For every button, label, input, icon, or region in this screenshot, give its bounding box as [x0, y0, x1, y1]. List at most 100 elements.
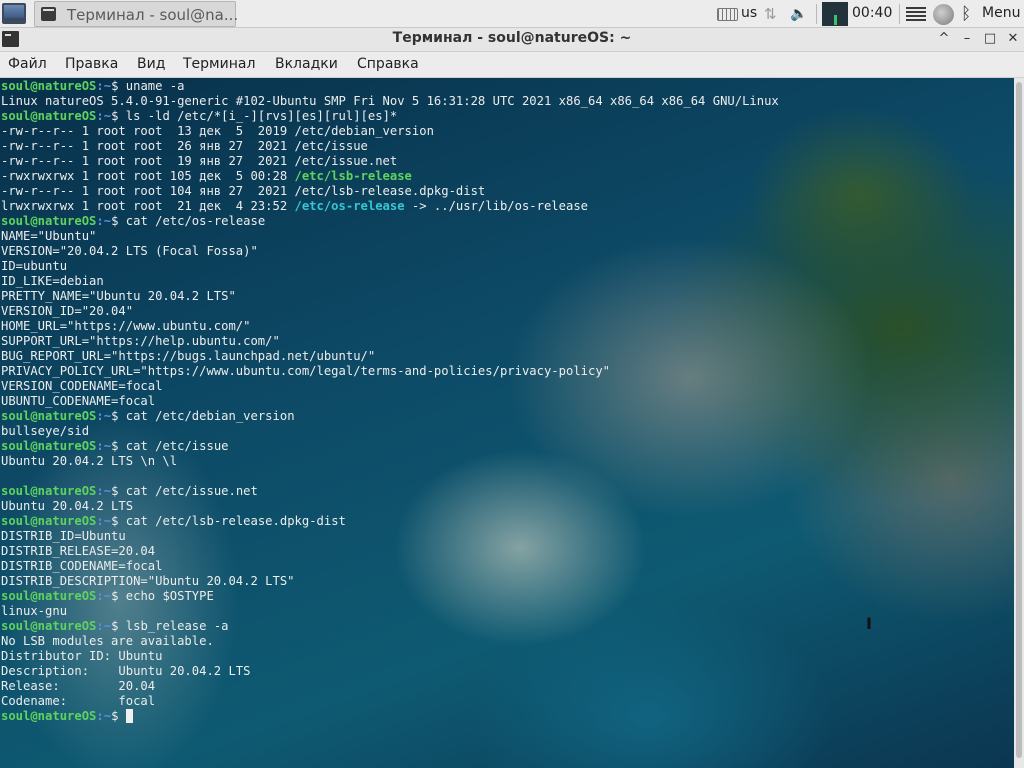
terminal-output-line: Release: 20.04 [1, 679, 156, 693]
command-text: cat /etc/lsb-release.dpkg-dist [125, 514, 346, 528]
maximize-button[interactable]: □ [981, 30, 999, 48]
command-text: uname -a [125, 79, 185, 93]
prompt-path: :~ [96, 409, 112, 423]
panel-separator [899, 4, 900, 24]
shade-button[interactable]: ^ [935, 30, 953, 48]
terminal-command-line: soul@natureOS:~$ cat /etc/lsb-release.dp… [1, 514, 779, 529]
command-text: cat /etc/issue.net [125, 484, 258, 498]
menu-edit[interactable]: Правка [65, 56, 118, 72]
prompt-path: :~ [96, 709, 112, 723]
terminal-output-line: -rw-r--r-- 1 root root 19 янв 27 2021 /e… [1, 154, 398, 168]
show-desktop-icon[interactable] [2, 3, 26, 24]
prompt-path: :~ [96, 214, 112, 228]
terminal-output-line: DISTRIB_CODENAME=focal [1, 559, 163, 573]
terminal-output-line: linux-gnu [1, 604, 68, 618]
command-text: echo $OSTYPE [125, 589, 214, 603]
terminal-output-line: Codename: focal [1, 694, 156, 708]
terminal-command-line: soul@natureOS:~$ cat /etc/os-release [1, 214, 779, 229]
terminal-output-line: BUG_REPORT_URL="https://bugs.launchpad.n… [1, 349, 376, 363]
prompt-symbol: $ [111, 439, 126, 453]
terminal-output-line: Linux natureOS 5.4.0-91-generic #102-Ubu… [1, 94, 779, 108]
prompt-user: soul@natureOS [1, 619, 97, 633]
prompt-user: soul@natureOS [1, 409, 97, 423]
prompt-user: soul@natureOS [1, 514, 97, 528]
keyboard-layout-indicator[interactable]: us [741, 5, 757, 21]
terminal-command-line: soul@natureOS:~$ cat /etc/issue [1, 439, 779, 454]
terminal-output-line: lrwxrwxrwx 1 root root 21 дек 4 23:52 /e… [1, 199, 779, 214]
terminal-cursor [125, 709, 133, 723]
prompt-symbol: $ [111, 484, 126, 498]
prompt-user: soul@natureOS [1, 109, 97, 123]
text-cursor-icon: I [866, 614, 872, 633]
ls-link-target: -> ../usr/lib/os-release [404, 199, 588, 213]
prompt-symbol: $ [111, 409, 126, 423]
ls-filename: /etc/lsb-release [294, 169, 412, 183]
volume-icon[interactable]: 🔈 [790, 6, 812, 22]
tray-list-icon[interactable] [906, 7, 926, 22]
terminal-output-line: VERSION_CODENAME=focal [1, 379, 163, 393]
prompt-user: soul@natureOS [1, 589, 97, 603]
minimize-button[interactable]: – [958, 30, 976, 48]
terminal-output-line: -rw-r--r-- 1 root root 13 дек 5 2019 /et… [1, 124, 434, 138]
terminal-area[interactable]: soul@natureOS:~$ uname -a Linux natureOS … [0, 78, 1024, 768]
terminal-icon [41, 7, 56, 21]
update-manager-icon[interactable] [933, 4, 954, 25]
close-button[interactable]: ✕ [1004, 30, 1022, 48]
bluetooth-icon[interactable]: ᛒ [961, 4, 971, 24]
command-text: cat /etc/os-release [125, 214, 266, 228]
terminal-command-line: soul@natureOS:~$ ls -ld /etc/*[i_-][rvs]… [1, 109, 779, 124]
prompt-user: soul@natureOS [1, 439, 97, 453]
menu-help[interactable]: Справка [357, 56, 419, 72]
terminal-command-line: soul@natureOS:~$ echo $OSTYPE [1, 589, 779, 604]
clock[interactable]: 00:40 [852, 5, 892, 21]
prompt-path: :~ [96, 589, 112, 603]
prompt-path: :~ [96, 109, 112, 123]
prompt-path: :~ [96, 619, 112, 633]
taskbar-button-terminal[interactable]: Терминал - soul@na... [34, 1, 238, 27]
prompt-symbol: $ [111, 214, 126, 228]
terminal-output-line: bullseye/sid [1, 424, 90, 438]
prompt-user: soul@natureOS [1, 484, 97, 498]
ls-attributes: -rwxrwxrwx 1 root root 105 дек 5 00:28 [1, 169, 295, 183]
main-menu-button[interactable]: Menu [982, 5, 1020, 21]
ls-filename: /etc/os-release [294, 199, 405, 213]
terminal-output-line: Ubuntu 20.04.2 LTS \n \l [1, 454, 178, 468]
prompt-user: soul@natureOS [1, 79, 97, 93]
prompt-symbol: $ [111, 514, 126, 528]
terminal-output-line: SUPPORT_URL="https://help.ubuntu.com/" [1, 334, 280, 348]
menu-terminal[interactable]: Терминал [183, 56, 255, 72]
terminal-output-line: DISTRIB_RELEASE=20.04 [1, 544, 156, 558]
window-title: Терминал - soul@natureOS: ~ [392, 30, 632, 46]
terminal-output-line: Distributor ID: Ubuntu [1, 649, 163, 663]
terminal-output-line: -rw-r--r-- 1 root root 26 янв 27 2021 /e… [1, 139, 368, 153]
keyboard-icon[interactable] [717, 8, 738, 21]
panel-separator [816, 4, 817, 24]
prompt-path: :~ [96, 484, 112, 498]
menu-view[interactable]: Вид [137, 56, 165, 72]
top-panel: Терминал - soul@na... us ⇅ 🔈 00:40 ᛒ Men… [0, 0, 1024, 28]
prompt-symbol: $ [111, 109, 126, 123]
menu-tabs[interactable]: Вкладки [275, 56, 338, 72]
terminal-output-line: UBUNTU_CODENAME=focal [1, 394, 156, 408]
terminal-command-line: soul@natureOS:~$ cat /etc/issue.net [1, 484, 779, 499]
terminal-output-line: VERSION="20.04.2 LTS (Focal Fossa)" [1, 244, 258, 258]
scrollbar-thumb[interactable] [1016, 82, 1022, 758]
terminal-command-line: soul@natureOS:~$ lsb_release -a [1, 619, 779, 634]
menu-file[interactable]: Файл [8, 56, 47, 72]
terminal-output-line: ID_LIKE=debian [1, 274, 104, 288]
terminal-output-line: HOME_URL="https://www.ubuntu.com/" [1, 319, 251, 333]
terminal-command-line: soul@natureOS:~$ cat /etc/debian_version [1, 409, 779, 424]
terminal-scrollbar[interactable] [1014, 78, 1024, 768]
prompt-symbol: $ [111, 79, 126, 93]
terminal-output-line: PRIVACY_POLICY_URL="https://www.ubuntu.c… [1, 364, 611, 378]
cpu-monitor-graph[interactable] [822, 2, 848, 26]
window-titlebar[interactable]: Терминал - soul@natureOS: ~ ^ – □ ✕ [0, 28, 1024, 52]
terminal-output-line: No LSB modules are available. [1, 634, 214, 648]
terminal-output-line: -rw-r--r-- 1 root root 104 янв 27 2021 /… [1, 184, 486, 198]
prompt-symbol: $ [111, 709, 126, 723]
ls-attributes: lrwxrwxrwx 1 root root 21 дек 4 23:52 [1, 199, 295, 213]
terminal-output-line: -rwxrwxrwx 1 root root 105 дек 5 00:28 /… [1, 169, 779, 184]
prompt-symbol: $ [111, 589, 126, 603]
network-icon[interactable]: ⇅ [764, 6, 784, 22]
